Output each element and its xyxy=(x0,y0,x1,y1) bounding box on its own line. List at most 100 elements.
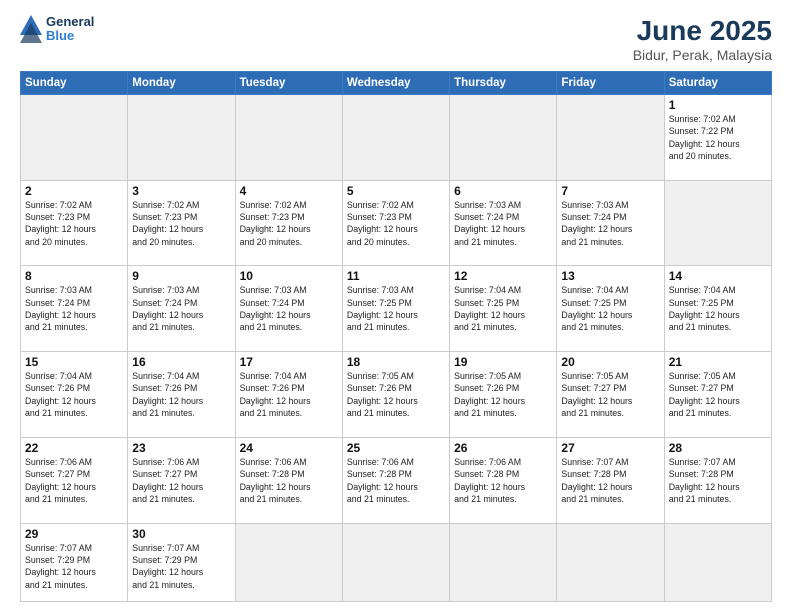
table-row: 29 Sunrise: 7:07 AM Sunset: 7:29 PM Dayl… xyxy=(21,523,128,601)
day-number: 20 xyxy=(561,355,659,369)
day-number: 12 xyxy=(454,269,552,283)
day-info: Sunrise: 7:02 AM Sunset: 7:23 PM Dayligh… xyxy=(240,199,338,248)
col-wednesday: Wednesday xyxy=(342,72,449,95)
day-info: Sunrise: 7:02 AM Sunset: 7:23 PM Dayligh… xyxy=(25,199,123,248)
day-number: 8 xyxy=(25,269,123,283)
day-number: 13 xyxy=(561,269,659,283)
table-row: 22 Sunrise: 7:06 AM Sunset: 7:27 PM Dayl… xyxy=(21,437,128,523)
day-info: Sunrise: 7:02 AM Sunset: 7:22 PM Dayligh… xyxy=(669,113,767,162)
day-info: Sunrise: 7:04 AM Sunset: 7:26 PM Dayligh… xyxy=(25,370,123,419)
page: General Blue June 2025 Bidur, Perak, Mal… xyxy=(0,0,792,612)
day-number: 17 xyxy=(240,355,338,369)
table-row: 3 Sunrise: 7:02 AM Sunset: 7:23 PM Dayli… xyxy=(128,180,235,266)
day-number: 10 xyxy=(240,269,338,283)
day-info: Sunrise: 7:04 AM Sunset: 7:25 PM Dayligh… xyxy=(454,284,552,333)
table-row: 15 Sunrise: 7:04 AM Sunset: 7:26 PM Dayl… xyxy=(21,352,128,438)
table-row: 19 Sunrise: 7:05 AM Sunset: 7:26 PM Dayl… xyxy=(450,352,557,438)
header: General Blue June 2025 Bidur, Perak, Mal… xyxy=(20,15,772,63)
day-info: Sunrise: 7:06 AM Sunset: 7:28 PM Dayligh… xyxy=(454,456,552,505)
table-row: 25 Sunrise: 7:06 AM Sunset: 7:28 PM Dayl… xyxy=(342,437,449,523)
table-row xyxy=(235,523,342,601)
day-info: Sunrise: 7:04 AM Sunset: 7:26 PM Dayligh… xyxy=(240,370,338,419)
day-info: Sunrise: 7:06 AM Sunset: 7:27 PM Dayligh… xyxy=(132,456,230,505)
logo-icon xyxy=(20,15,42,43)
table-row xyxy=(128,95,235,181)
table-row: 5 Sunrise: 7:02 AM Sunset: 7:23 PM Dayli… xyxy=(342,180,449,266)
day-number: 9 xyxy=(132,269,230,283)
day-info: Sunrise: 7:03 AM Sunset: 7:25 PM Dayligh… xyxy=(347,284,445,333)
day-number: 6 xyxy=(454,184,552,198)
day-number: 3 xyxy=(132,184,230,198)
day-number: 28 xyxy=(669,441,767,455)
table-row: 9 Sunrise: 7:03 AM Sunset: 7:24 PM Dayli… xyxy=(128,266,235,352)
table-row: 30 Sunrise: 7:07 AM Sunset: 7:29 PM Dayl… xyxy=(128,523,235,601)
day-info: Sunrise: 7:02 AM Sunset: 7:23 PM Dayligh… xyxy=(347,199,445,248)
table-row: 28 Sunrise: 7:07 AM Sunset: 7:28 PM Dayl… xyxy=(664,437,771,523)
table-row xyxy=(557,523,664,601)
table-row xyxy=(21,95,128,181)
col-sunday: Sunday xyxy=(21,72,128,95)
table-row: 20 Sunrise: 7:05 AM Sunset: 7:27 PM Dayl… xyxy=(557,352,664,438)
day-info: Sunrise: 7:07 AM Sunset: 7:29 PM Dayligh… xyxy=(25,542,123,591)
table-row: 14 Sunrise: 7:04 AM Sunset: 7:25 PM Dayl… xyxy=(664,266,771,352)
day-info: Sunrise: 7:05 AM Sunset: 7:26 PM Dayligh… xyxy=(454,370,552,419)
table-row: 8 Sunrise: 7:03 AM Sunset: 7:24 PM Dayli… xyxy=(21,266,128,352)
day-info: Sunrise: 7:07 AM Sunset: 7:29 PM Dayligh… xyxy=(132,542,230,591)
day-number: 14 xyxy=(669,269,767,283)
day-info: Sunrise: 7:04 AM Sunset: 7:26 PM Dayligh… xyxy=(132,370,230,419)
day-info: Sunrise: 7:07 AM Sunset: 7:28 PM Dayligh… xyxy=(669,456,767,505)
day-info: Sunrise: 7:06 AM Sunset: 7:27 PM Dayligh… xyxy=(25,456,123,505)
day-number: 23 xyxy=(132,441,230,455)
day-number: 16 xyxy=(132,355,230,369)
table-row: 18 Sunrise: 7:05 AM Sunset: 7:26 PM Dayl… xyxy=(342,352,449,438)
day-info: Sunrise: 7:03 AM Sunset: 7:24 PM Dayligh… xyxy=(454,199,552,248)
day-info: Sunrise: 7:03 AM Sunset: 7:24 PM Dayligh… xyxy=(25,284,123,333)
day-number: 18 xyxy=(347,355,445,369)
table-row: 6 Sunrise: 7:03 AM Sunset: 7:24 PM Dayli… xyxy=(450,180,557,266)
day-number: 4 xyxy=(240,184,338,198)
day-number: 30 xyxy=(132,527,230,541)
table-row: 21 Sunrise: 7:05 AM Sunset: 7:27 PM Dayl… xyxy=(664,352,771,438)
day-info: Sunrise: 7:04 AM Sunset: 7:25 PM Dayligh… xyxy=(561,284,659,333)
day-info: Sunrise: 7:05 AM Sunset: 7:27 PM Dayligh… xyxy=(561,370,659,419)
day-info: Sunrise: 7:07 AM Sunset: 7:28 PM Dayligh… xyxy=(561,456,659,505)
day-info: Sunrise: 7:05 AM Sunset: 7:27 PM Dayligh… xyxy=(669,370,767,419)
table-row xyxy=(557,95,664,181)
title-block: June 2025 Bidur, Perak, Malaysia xyxy=(633,15,772,63)
table-row xyxy=(342,95,449,181)
table-row: 4 Sunrise: 7:02 AM Sunset: 7:23 PM Dayli… xyxy=(235,180,342,266)
day-info: Sunrise: 7:05 AM Sunset: 7:26 PM Dayligh… xyxy=(347,370,445,419)
table-row xyxy=(664,523,771,601)
col-tuesday: Tuesday xyxy=(235,72,342,95)
logo-blue: Blue xyxy=(46,29,94,43)
table-row: 10 Sunrise: 7:03 AM Sunset: 7:24 PM Dayl… xyxy=(235,266,342,352)
col-monday: Monday xyxy=(128,72,235,95)
table-row: 12 Sunrise: 7:04 AM Sunset: 7:25 PM Dayl… xyxy=(450,266,557,352)
logo-general: General xyxy=(46,15,94,29)
day-info: Sunrise: 7:03 AM Sunset: 7:24 PM Dayligh… xyxy=(240,284,338,333)
col-thursday: Thursday xyxy=(450,72,557,95)
table-row xyxy=(342,523,449,601)
logo: General Blue xyxy=(20,15,94,44)
table-row xyxy=(450,523,557,601)
day-number: 19 xyxy=(454,355,552,369)
day-number: 24 xyxy=(240,441,338,455)
day-info: Sunrise: 7:03 AM Sunset: 7:24 PM Dayligh… xyxy=(561,199,659,248)
day-number: 15 xyxy=(25,355,123,369)
col-friday: Friday xyxy=(557,72,664,95)
table-row xyxy=(450,95,557,181)
title-location: Bidur, Perak, Malaysia xyxy=(633,47,772,63)
calendar: Sunday Monday Tuesday Wednesday Thursday… xyxy=(20,71,772,602)
day-number: 25 xyxy=(347,441,445,455)
table-row: 26 Sunrise: 7:06 AM Sunset: 7:28 PM Dayl… xyxy=(450,437,557,523)
day-info: Sunrise: 7:04 AM Sunset: 7:25 PM Dayligh… xyxy=(669,284,767,333)
table-row: 11 Sunrise: 7:03 AM Sunset: 7:25 PM Dayl… xyxy=(342,266,449,352)
table-row: 17 Sunrise: 7:04 AM Sunset: 7:26 PM Dayl… xyxy=(235,352,342,438)
day-info: Sunrise: 7:02 AM Sunset: 7:23 PM Dayligh… xyxy=(132,199,230,248)
table-row: 23 Sunrise: 7:06 AM Sunset: 7:27 PM Dayl… xyxy=(128,437,235,523)
day-number: 7 xyxy=(561,184,659,198)
day-number: 2 xyxy=(25,184,123,198)
table-row: 7 Sunrise: 7:03 AM Sunset: 7:24 PM Dayli… xyxy=(557,180,664,266)
table-row: 16 Sunrise: 7:04 AM Sunset: 7:26 PM Dayl… xyxy=(128,352,235,438)
table-row: 13 Sunrise: 7:04 AM Sunset: 7:25 PM Dayl… xyxy=(557,266,664,352)
